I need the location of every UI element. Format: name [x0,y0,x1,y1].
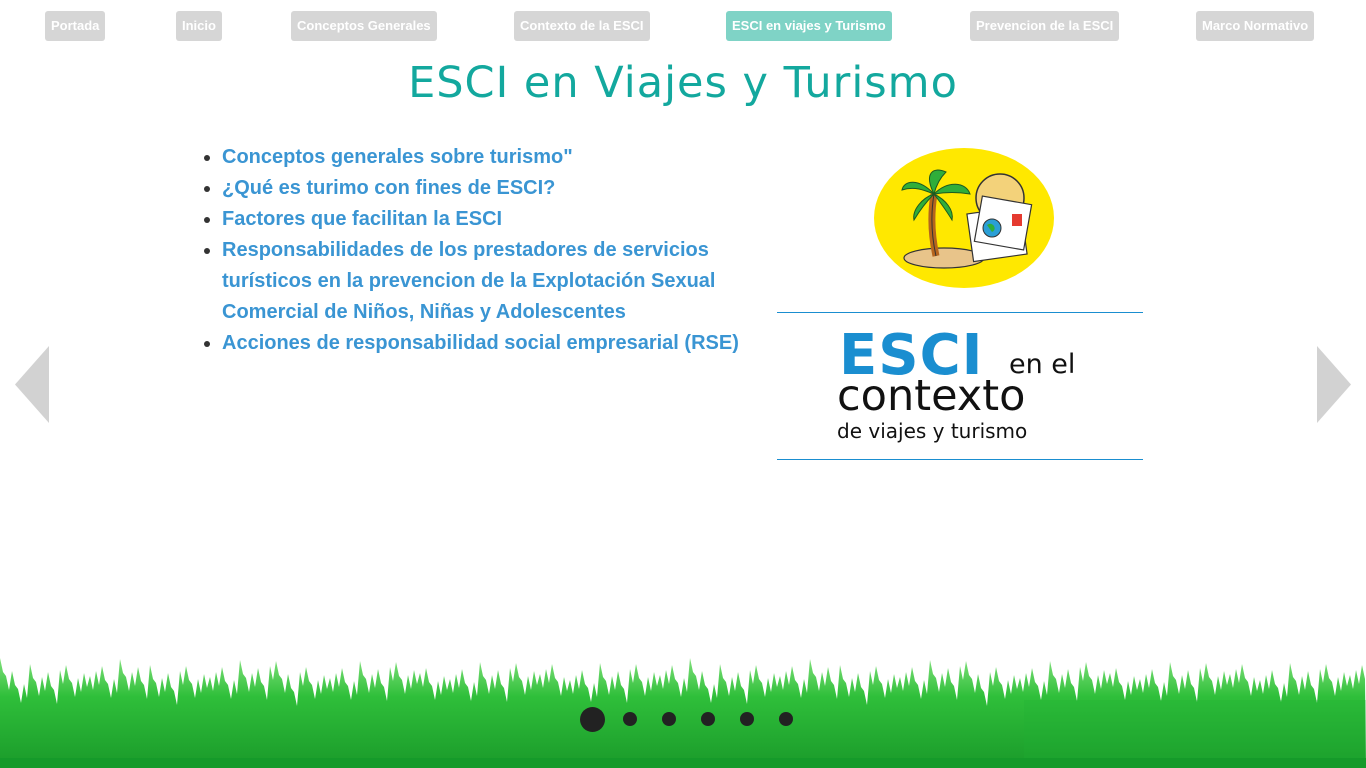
nav-marco-normativo-button[interactable]: Marco Normativo [1196,11,1315,41]
esci-context-logo: ESCI en el contexto de viajes y turismo [777,312,1143,460]
pagination-dot[interactable] [623,712,637,726]
topic-link[interactable]: Factores que facilitan la ESCI [222,208,502,230]
page-title: ESCI en Viajes y Turismo [408,58,958,108]
logo-subtitle-text: de viajes y turismo [837,419,1028,443]
nav-inicio-button[interactable]: Inicio [176,11,222,41]
pagination-dot[interactable] [740,712,754,726]
topic-link[interactable]: Acciones de responsabilidad social empre… [222,332,739,354]
pagination-dot-active[interactable] [580,707,605,732]
nav-conceptos-generales-button[interactable]: Conceptos Generales [291,11,437,41]
arrow-left-icon[interactable] [15,346,49,423]
topic-list: Conceptos generales sobre turismo" ¿Qué … [202,142,792,359]
pagination-dot[interactable] [662,712,676,726]
palm-tree-globe-icon [874,148,1054,288]
topic-link[interactable]: ¿Qué es turimo con fines de ESCI? [222,177,555,199]
pagination-dot[interactable] [779,712,793,726]
grass-background [0,658,1366,768]
nav-portada-button[interactable]: Portada [45,11,106,41]
list-item: Conceptos generales sobre turismo" [222,142,792,173]
top-nav: Portada Inicio Conceptos Generales Conte… [0,11,1366,41]
topic-link[interactable]: Responsabilidades de los prestadores de … [222,239,716,323]
arrow-right-icon[interactable] [1317,346,1351,423]
pagination-dot[interactable] [701,712,715,726]
nav-prevencion-esci-button[interactable]: Prevencion de la ESCI [970,11,1120,41]
list-item: Factores que facilitan la ESCI [222,204,792,235]
list-item: ¿Qué es turimo con fines de ESCI? [222,173,792,204]
topic-link[interactable]: Conceptos generales sobre turismo" [222,146,573,168]
nav-esci-viajes-turismo-button[interactable]: ESCI en viajes y Turismo [726,11,892,41]
list-item: Acciones de responsabilidad social empre… [222,328,792,359]
logo-contexto-text: contexto [837,371,1026,421]
list-item: Responsabilidades de los prestadores de … [222,235,792,328]
nav-contexto-esci-button[interactable]: Contexto de la ESCI [514,11,650,41]
